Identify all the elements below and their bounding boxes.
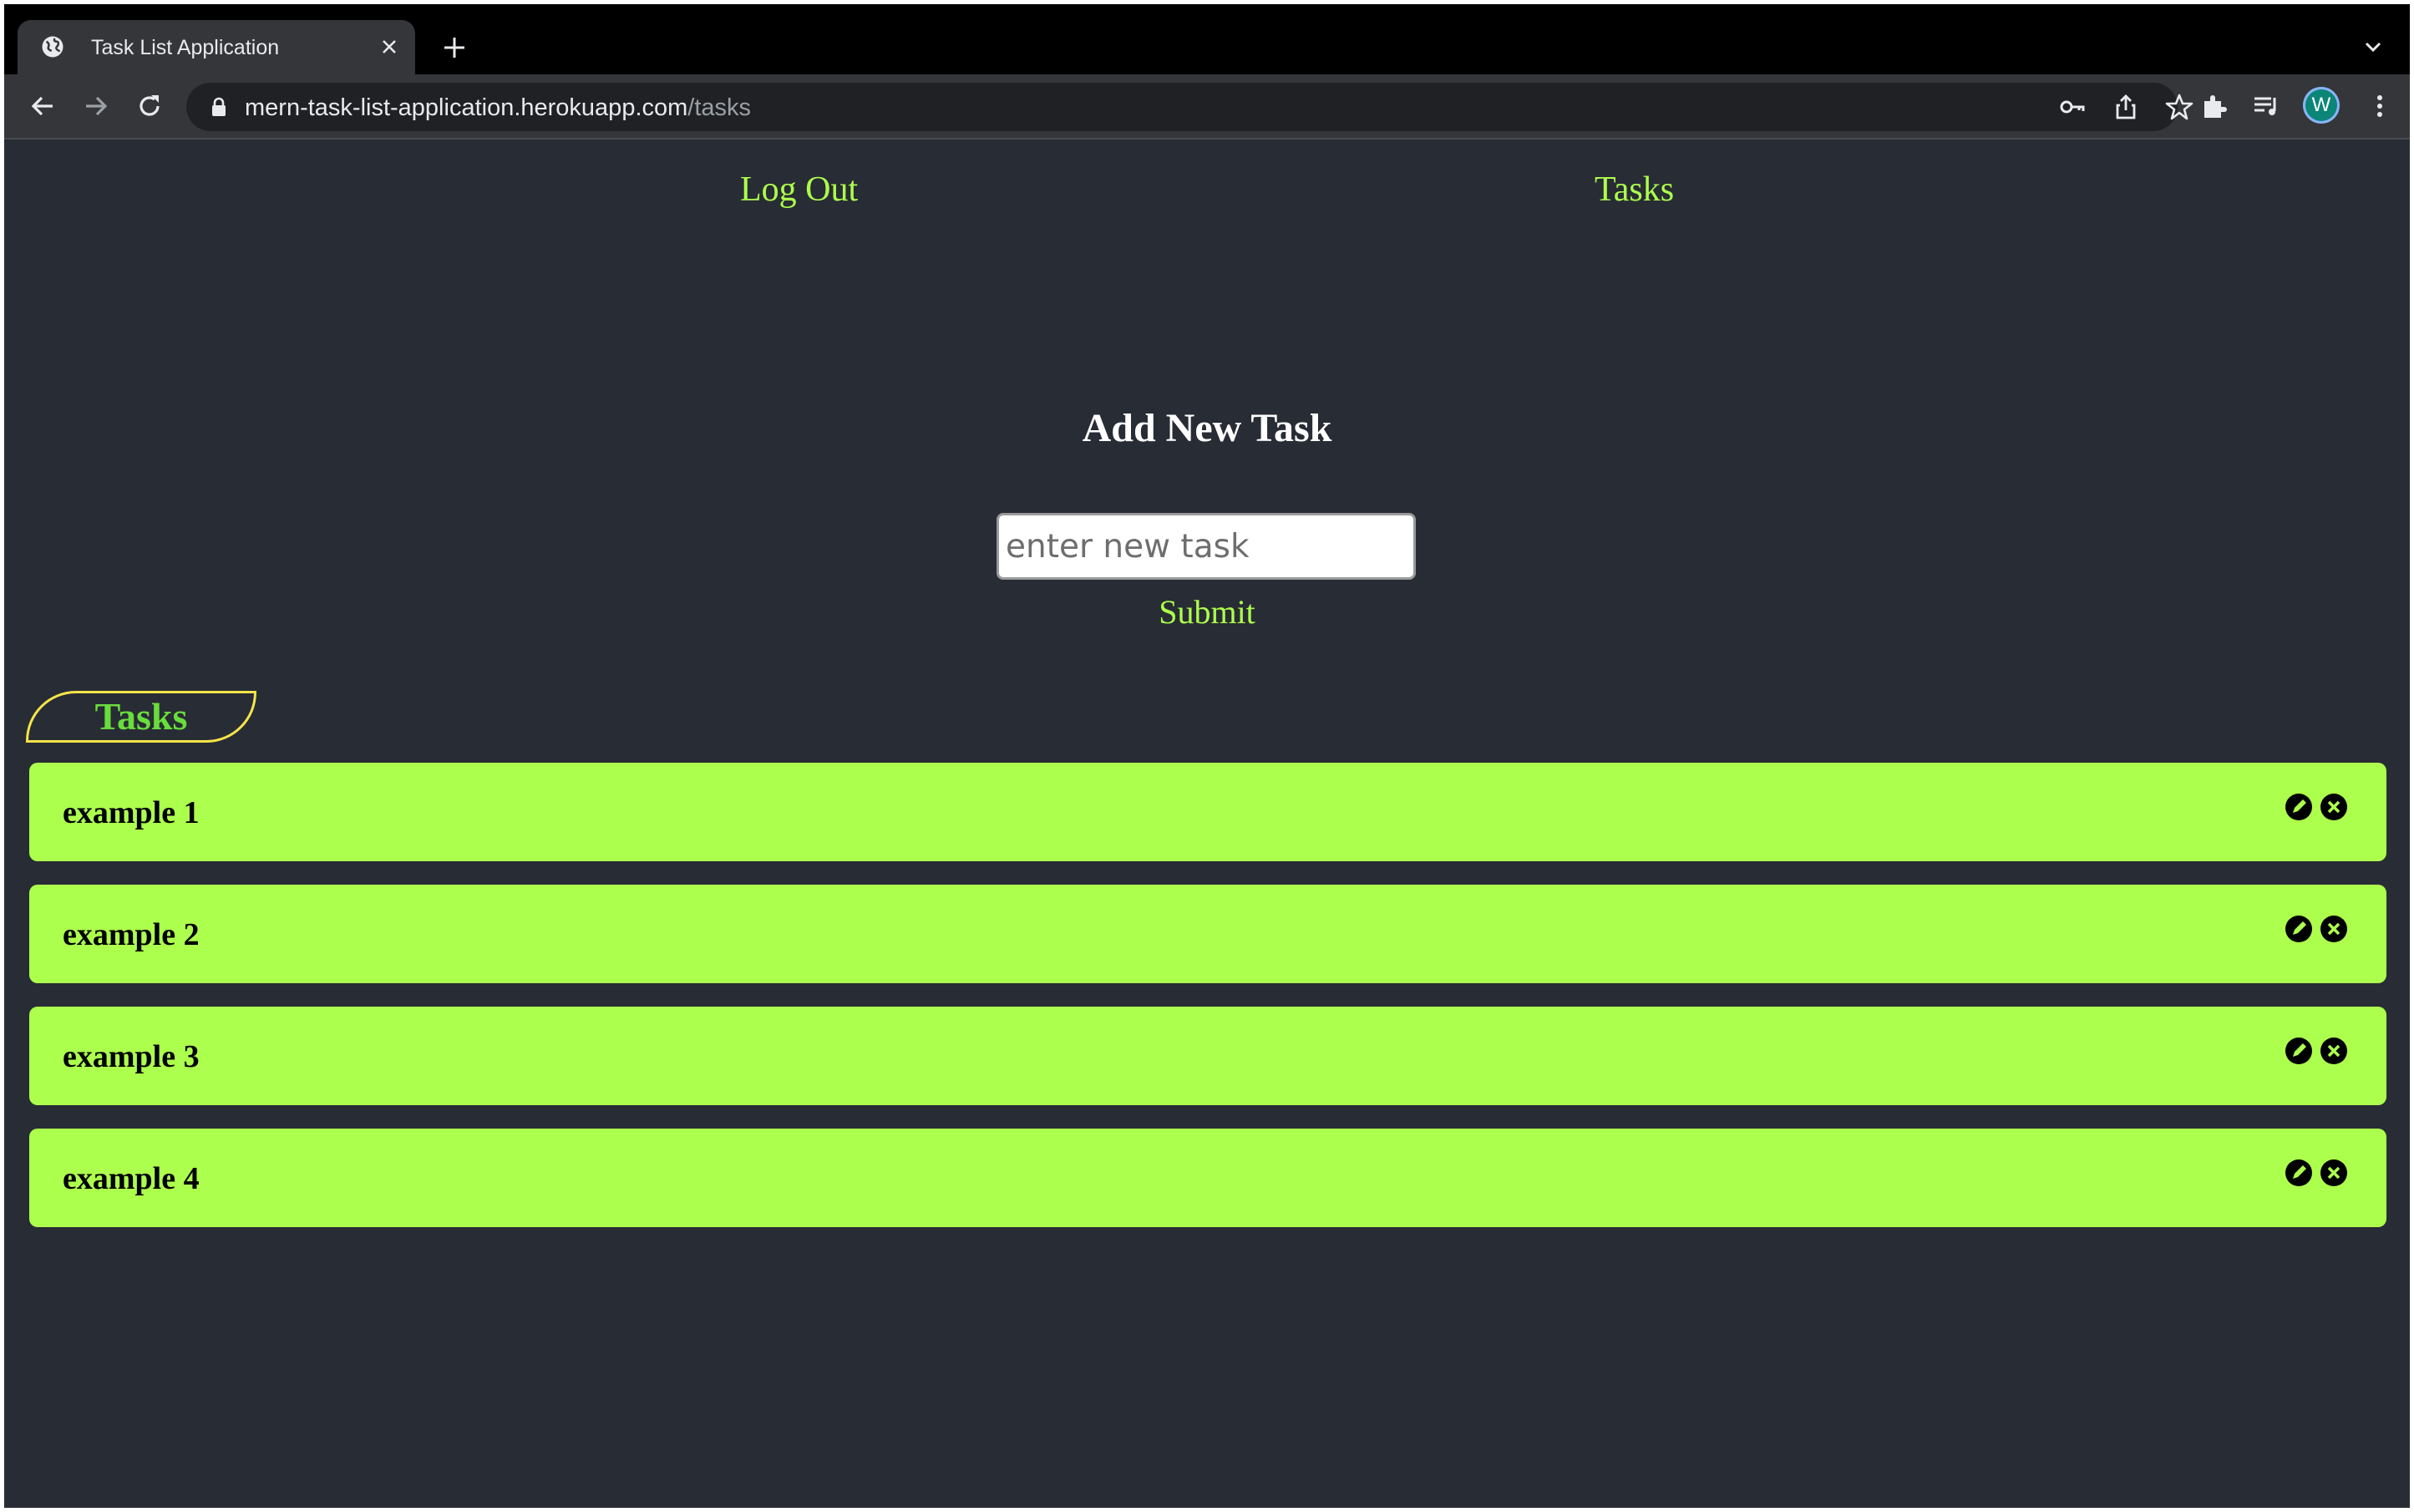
url-text[interactable]: mern-task-list-application.herokuapp.com… [245,94,751,122]
chevron-down-icon[interactable] [2363,39,2383,56]
task-text: example 3 [63,1039,200,1074]
address-bar[interactable]: mern-task-list-application.herokuapp.com… [186,83,2193,131]
task-actions [2285,915,2351,945]
page-title: Add New Task [1082,406,1332,450]
url-path: /tasks [687,94,752,121]
new-tab-plus-icon[interactable] [442,35,467,60]
tab-title: Task List Application [91,36,280,59]
key-icon[interactable] [2057,92,2087,122]
profile-avatar[interactable]: W [2303,87,2340,124]
page-content: Log Out Tasks Add New Task Submit Tasks … [4,140,2410,1508]
task-actions [2285,1159,2351,1189]
delete-x-icon[interactable] [2320,793,2348,821]
url-host: mern-task-list-application.herokuapp.com [245,94,688,121]
kebab-menu-icon[interactable] [2365,91,2395,121]
task-text: example 2 [63,917,200,952]
nav-tasks-link[interactable]: Tasks [1595,170,1674,210]
edit-icon[interactable] [2285,793,2313,821]
task-item: example 4 [29,1129,2386,1227]
new-task-input[interactable] [997,513,1416,580]
reload-icon[interactable] [134,91,165,121]
browser-toolbar: mern-task-list-application.herokuapp.com… [4,74,2410,140]
task-actions [2285,1037,2351,1067]
edit-icon[interactable] [2285,1159,2313,1187]
task-item: example 1 [29,763,2386,861]
media-queue-icon[interactable] [2251,91,2281,121]
submit-button[interactable]: Submit [1123,592,1291,632]
forward-arrow-icon[interactable] [81,91,111,121]
task-list: example 1 example 2 example 3 example 4 [29,763,2386,1251]
edit-icon[interactable] [2285,1037,2313,1065]
tab-strip: Task List Application [4,4,2410,74]
edit-icon[interactable] [2285,915,2313,943]
share-icon[interactable] [2111,92,2141,122]
back-arrow-icon[interactable] [28,91,58,121]
active-tab[interactable]: Task List Application [18,20,415,74]
task-item: example 2 [29,885,2386,983]
task-text: example 4 [63,1161,200,1196]
delete-x-icon[interactable] [2320,1037,2348,1065]
star-icon[interactable] [2164,92,2194,122]
tasks-section-title: Tasks [26,691,256,743]
delete-x-icon[interactable] [2320,915,2348,943]
task-actions [2285,793,2351,823]
nav-logout-link[interactable]: Log Out [740,170,858,210]
delete-x-icon[interactable] [2320,1159,2348,1187]
browser-window: Task List Application mern-task-list-app… [4,4,2410,1508]
close-icon[interactable] [380,38,398,56]
task-item: example 3 [29,1007,2386,1105]
extensions-puzzle-icon[interactable] [2199,91,2229,121]
lock-icon[interactable] [210,97,228,117]
globe-icon [42,36,63,58]
task-text: example 1 [63,795,200,830]
